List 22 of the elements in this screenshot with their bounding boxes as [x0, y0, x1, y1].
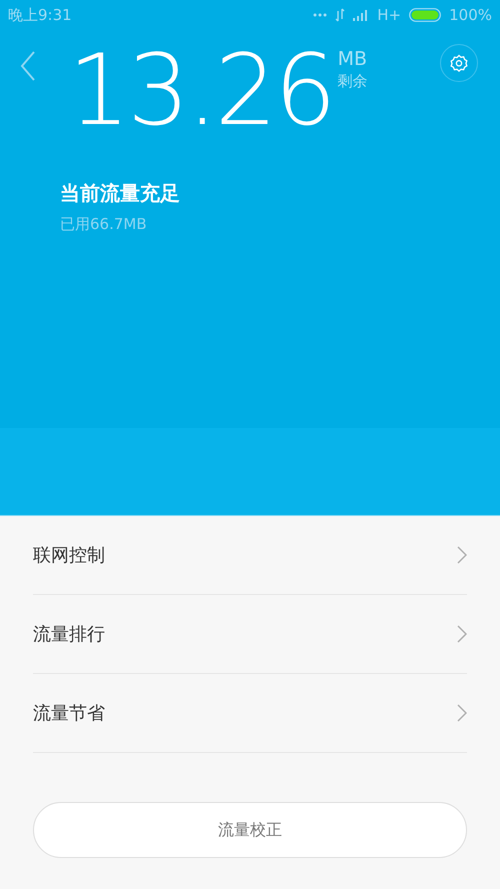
calibrate-button[interactable]: 流量校正	[33, 802, 467, 858]
chevron-icon	[457, 625, 467, 643]
back-icon	[20, 50, 36, 82]
used-text: 已用66.7MB	[60, 215, 148, 234]
network-type: H+	[377, 6, 402, 24]
status-time: 晚上9:31	[8, 6, 72, 24]
battery-percent: 100%	[449, 6, 492, 24]
signal-icon	[353, 9, 370, 21]
settings-button[interactable]	[440, 44, 478, 82]
gear-icon	[450, 54, 468, 72]
unit-label: MB	[338, 48, 368, 70]
menu-item[interactable]: 联网控制	[33, 516, 467, 595]
chevron-icon	[457, 704, 467, 722]
battery-icon	[409, 8, 442, 22]
data-arrows-icon	[335, 8, 346, 22]
more-icon	[313, 13, 328, 17]
remaining-amount: 13.26	[68, 42, 334, 140]
menu-item[interactable]: 流量排行	[33, 595, 467, 674]
status-text: 当前流量充足	[60, 180, 181, 207]
chevron-icon	[457, 546, 467, 564]
menu-item[interactable]: 流量节省	[33, 674, 467, 753]
remaining-caption: 剩余	[338, 72, 368, 91]
